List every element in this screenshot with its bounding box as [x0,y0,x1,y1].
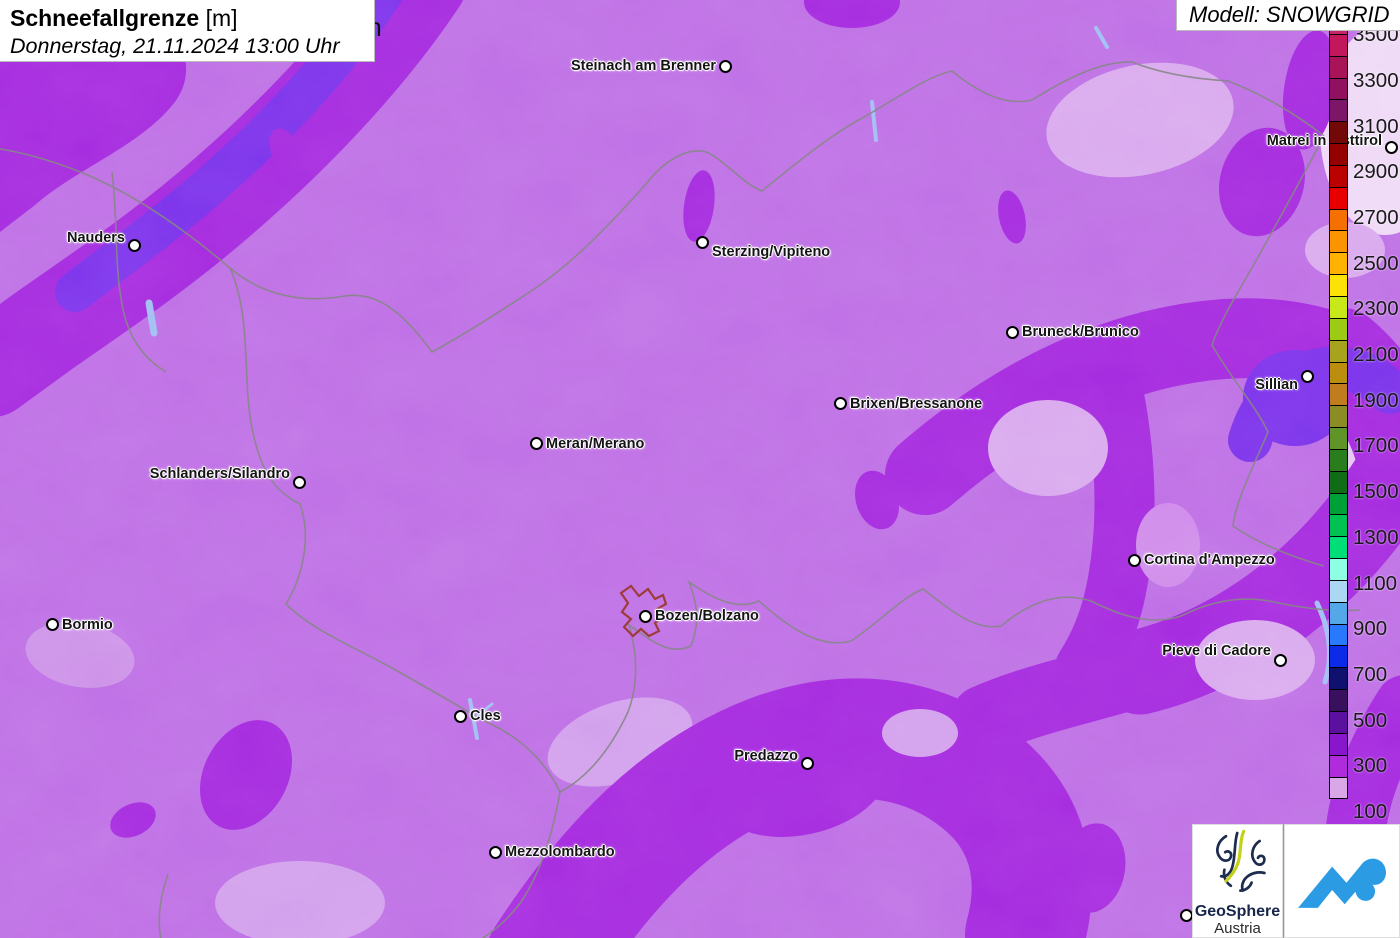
colorbar-label: 2700 [1353,205,1399,229]
city-marker-dot [696,236,709,249]
city-label: Schlanders/Silandro [149,466,290,482]
colorbar-segment-3200 [1329,77,1348,101]
geosphere-logo-box: GeoSphere Austria [1192,824,1283,938]
colorbar-segment-0 [1329,776,1348,800]
colorbar-segment-1600 [1329,427,1348,450]
colorbar-label: 2900 [1353,160,1399,184]
page-title: Schneefallgrenze [m] [10,4,364,33]
city-marker-dot [489,846,502,859]
city-label: Sillian [1255,377,1298,393]
colorbar-label: 2300 [1353,297,1399,321]
city-marker-dot [1006,326,1019,339]
colorbar-label: 500 [1353,708,1388,732]
colorbar-segment-3100 [1329,99,1348,123]
colorbar-label: 300 [1353,754,1388,778]
colorbar-segment-1100 [1329,536,1348,560]
colorbar-segment-1500 [1329,448,1348,472]
colorbar-segment-1300 [1329,492,1348,516]
title-unit: [m] [205,5,238,31]
colorbar-segment-2300 [1329,274,1348,297]
city-label: Bruneck/Brunico [1022,324,1139,340]
title-text: Schneefallgrenze [10,5,200,31]
colorbar-segment-1700 [1329,405,1348,429]
avalanche-mountain-icon [1298,858,1386,908]
geosphere-logo-icon [1215,829,1266,892]
colorbar-segment-2500 [1329,230,1348,254]
city-label: Meran/Merano [546,436,645,452]
city-label: Mezzolombardo [505,844,615,860]
city-marker-dot [454,710,467,723]
city-marker-dot [293,476,306,489]
city-label: Cles [470,708,501,724]
colorbar-segment-900 [1329,579,1348,603]
city-label: Bozen/Bolzano [655,608,759,624]
city-marker-dot [46,618,59,631]
city-label: Brixen/Bressanone [850,396,983,412]
city-marker-dot [128,239,141,252]
colorbar-segment-200 [1329,732,1348,756]
colorbar-segment-3300 [1329,55,1348,79]
colorbar-label: 100 [1353,800,1388,823]
colorbar-label: 1900 [1353,388,1399,412]
city-marker-dot [801,757,814,770]
colorbar-label: 900 [1353,617,1388,641]
colorbar-segment-2400 [1329,252,1348,276]
colorbar-segment-2200 [1329,295,1348,319]
colorbar-segment-100 [1329,754,1348,778]
colorbar-segment-1400 [1329,470,1348,494]
city-label: Sterzing/Vipiteno [712,244,831,260]
city-marker-dot [530,437,543,450]
city-marker-dot [1128,554,1141,567]
city-marker-dot [719,60,732,73]
colorbar-segment-600 [1329,645,1348,669]
city-marker-dot [1301,370,1314,383]
city-label: Steinach am Brenner [570,58,716,74]
colorbar-segment-2600 [1329,208,1348,232]
colorbar-segment-2100 [1329,317,1348,341]
colorbar-label: 2500 [1353,251,1399,275]
colorbar-label: 3100 [1353,114,1399,138]
avalanche-logo-box [1284,824,1400,938]
city-marker-dot [1385,141,1398,154]
colorbar-label: 700 [1353,662,1388,686]
title-box: Schneefallgrenze [m] Donnerstag, 21.11.2… [0,0,375,62]
title-datetime: Donnerstag, 21.11.2024 13:00 Uhr [10,34,340,58]
city-marker-dot [639,610,652,623]
city-label: Predazzo [734,748,798,764]
colorbar-segment-3400 [1329,33,1348,57]
colorbar-segment-1900 [1329,361,1348,385]
colorbar-segment-3000 [1329,121,1348,145]
colorbar-label: 1500 [1353,480,1399,504]
colorbar-segment-700 [1329,623,1348,647]
colorbar-label: 3300 [1353,68,1399,92]
colorbar-label: 1300 [1353,525,1399,549]
colorbar-segment-2700 [1329,186,1348,210]
colorbar-segment-300 [1329,711,1348,734]
city-marker-dot [1274,654,1287,667]
colorbar-segment-2800 [1329,164,1348,188]
colorbar-segment-800 [1329,601,1348,625]
colorbar-segment-400 [1329,689,1348,712]
colorbar-label: 1100 [1353,571,1398,595]
model-label: Modell: SNOWGRID [1189,2,1390,27]
colorbar-segment-2000 [1329,339,1348,363]
city-marker-dot [834,397,847,410]
city-label: Cortina d'Ampezzo [1144,552,1275,568]
city-label: Bormio [62,617,113,633]
colorbar [1329,12,1348,800]
colorbar-label: 1700 [1353,434,1399,458]
model-box: Modell: SNOWGRID [1176,0,1400,31]
city-label: Nauders [66,230,125,246]
colorbar-segment-1800 [1329,383,1348,407]
city-label: Pieve di Cadore [1162,643,1271,659]
geosphere-logo-text: GeoSphere [1194,903,1281,920]
colorbar-segment-1000 [1329,558,1348,581]
colorbar-segment-500 [1329,667,1348,691]
snowline-map-screenshot: Steinach am Brenner Sterzing/Vipiteno Brun… [0,0,1400,938]
geosphere-logo-subtext: Austria [1214,920,1261,937]
colorbar-label: 2100 [1353,343,1399,366]
colorbar-segment-2900 [1329,143,1348,166]
colorbar-segment-1200 [1329,514,1348,538]
